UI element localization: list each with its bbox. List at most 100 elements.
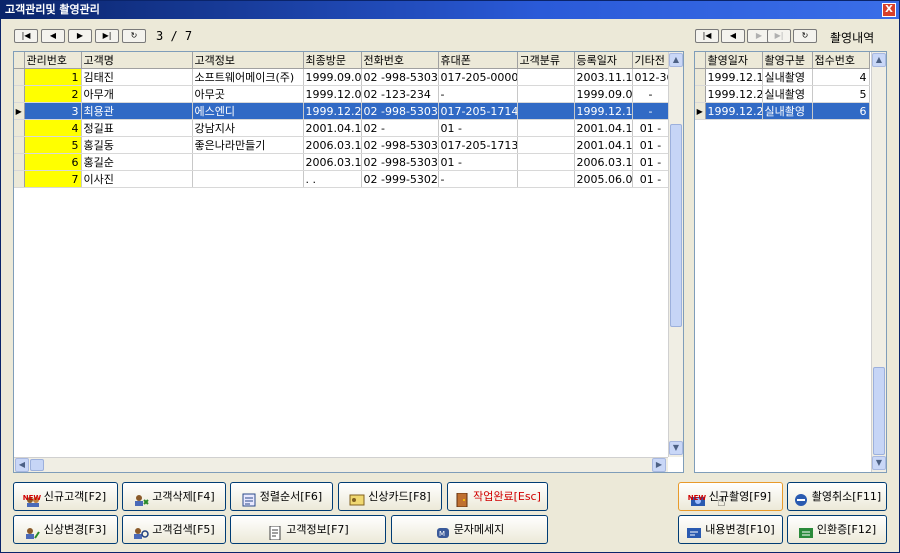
customer-row[interactable]: ▶3최용관에스엔디1999.12.2002 -998-5303017-205-1… — [14, 102, 670, 120]
scroll-down-icon[interactable]: ▼ — [669, 441, 683, 455]
customer-cell-phone[interactable]: 02 -998-5303 — [361, 153, 439, 171]
customer-cell-phone[interactable]: 02 - — [361, 119, 439, 137]
customer-cell-id[interactable]: 4 — [24, 119, 82, 137]
customer-row[interactable]: 1김태진소프트웨어메이크(주)1999.09.0402 -998-5303017… — [14, 68, 670, 86]
scroll-down-icon[interactable]: ▼ — [872, 456, 886, 470]
col-header[interactable]: 최종방문 — [303, 52, 362, 69]
customer-cell-name[interactable]: 홍길동 — [81, 136, 193, 154]
edit-content-button[interactable]: 내용변경[F10] — [678, 515, 783, 544]
customer-cell-registered[interactable]: 2005.06.07 — [574, 170, 633, 188]
customer-cell-registered[interactable]: 2003.11.10 — [574, 68, 633, 86]
prev-record-button[interactable]: ◀ — [41, 29, 65, 43]
scroll-thumb[interactable] — [670, 124, 682, 327]
customer-row[interactable]: 4정길표강남지사2001.04.1802 -01 -2001.04.1801 - — [14, 119, 670, 137]
last-record-button[interactable]: ▶| — [95, 29, 119, 43]
customer-cell-info[interactable]: 에스엔디 — [192, 102, 304, 120]
customer-cell-last-visit[interactable]: 1999.12.20 — [303, 102, 362, 120]
customer-cell-info[interactable]: 아무곳 — [192, 85, 304, 103]
close-icon[interactable]: X — [882, 3, 896, 17]
delete-customer-button[interactable]: 고객삭제[F4] — [122, 482, 226, 511]
hscroll-thumb[interactable] — [30, 459, 44, 471]
col-header[interactable]: 기타전 — [632, 52, 670, 69]
customer-cell-phone[interactable]: 02 -998-5303 — [361, 102, 439, 120]
customer-cell-category[interactable] — [517, 119, 575, 137]
search-customer-button[interactable]: 고객검색[F5] — [122, 515, 226, 544]
col-header[interactable]: 등록일자 — [574, 52, 633, 69]
shooting-row[interactable]: ▶1999.12.20실내촬영6 — [695, 102, 870, 120]
shoot-first-button[interactable]: |◀ — [695, 29, 719, 43]
scroll-up-icon[interactable]: ▲ — [669, 53, 683, 67]
customer-cell-etc[interactable]: 01 - — [632, 136, 670, 154]
customer-cell-phone[interactable]: 02 -999-5302 — [361, 170, 439, 188]
customer-row[interactable]: 6홍길순2006.03.1002 -998-530301 -2006.03.10… — [14, 153, 670, 171]
customer-cell-etc[interactable]: - — [632, 102, 670, 120]
new-customer-button[interactable]: NEW 신규고객[F2] — [13, 482, 118, 511]
customer-cell-last-visit[interactable]: 2006.03.13 — [303, 136, 362, 154]
customer-cell-info[interactable] — [192, 153, 304, 171]
customer-cell-id[interactable]: 5 — [24, 136, 82, 154]
customer-cell-etc[interactable]: 012-36 — [632, 68, 670, 86]
customer-cell-registered[interactable]: 1999.12.18 — [574, 102, 633, 120]
scroll-thumb[interactable] — [873, 367, 885, 455]
scroll-left-icon[interactable]: ◀ — [15, 458, 29, 472]
customer-cell-etc[interactable]: - — [632, 85, 670, 103]
customer-row[interactable]: 5홍길동좋은나라만들기2006.03.1302 -998-5303017-205… — [14, 136, 670, 154]
customer-cell-phone[interactable]: 02 -998-5303 — [361, 68, 439, 86]
customer-cell-last-visit[interactable]: 2006.03.10 — [303, 153, 362, 171]
customer-cell-category[interactable] — [517, 136, 575, 154]
scroll-right-icon[interactable]: ▶ — [652, 458, 666, 472]
customer-cell-mobile[interactable]: - — [438, 85, 518, 103]
change-info-button[interactable]: 신상변경[F3] — [13, 515, 118, 544]
customer-cell-registered[interactable]: 1999.09.02 — [574, 85, 633, 103]
customer-cell-etc[interactable]: 01 - — [632, 119, 670, 137]
customer-cell-id[interactable]: 1 — [24, 68, 82, 86]
first-record-button[interactable]: |◀ — [14, 29, 38, 43]
customer-cell-etc[interactable]: 01 - — [632, 170, 670, 188]
row-indicator[interactable] — [14, 170, 25, 188]
shoot-refresh-button[interactable]: ↻ — [793, 29, 817, 43]
customer-cell-phone[interactable]: 02 -998-5303 — [361, 136, 439, 154]
customer-cell-phone[interactable]: 02 -123-234 — [361, 85, 439, 103]
shooting-row[interactable]: 1999.12.18실내촬영4 — [695, 68, 870, 86]
customer-cell-mobile[interactable]: 01 - — [438, 119, 518, 137]
shooting-cell-date[interactable]: 1999.12.18 — [705, 68, 763, 86]
customer-cell-id[interactable]: 3 — [24, 102, 82, 120]
col-header[interactable]: 고객분류 — [517, 52, 575, 69]
row-indicator[interactable] — [14, 136, 25, 154]
row-indicator[interactable] — [14, 85, 25, 103]
customer-grid[interactable]: 관리번호 고객명 고객정보 최종방문 전화번호 휴대폰 고객분류 등록일자 기타… — [13, 51, 684, 473]
col-header[interactable]: 촬영구분 — [762, 52, 813, 69]
customer-info-button[interactable]: 고객정보[F7] — [230, 515, 386, 544]
customer-cell-id[interactable]: 7 — [24, 170, 82, 188]
col-header[interactable]: 관리번호 — [24, 52, 82, 69]
col-header[interactable]: 휴대폰 — [438, 52, 518, 69]
shoot-last-button[interactable]: ▶| — [767, 29, 791, 43]
customer-cell-name[interactable]: 정길표 — [81, 119, 193, 137]
sort-order-button[interactable]: 정렬순서[F6] — [230, 482, 333, 511]
row-indicator[interactable] — [695, 85, 706, 103]
customer-cell-category[interactable] — [517, 153, 575, 171]
customer-cell-name[interactable]: 아무개 — [81, 85, 193, 103]
customer-cell-last-visit[interactable]: 2001.04.18 — [303, 119, 362, 137]
customer-row[interactable]: 7이사진 . .02 -999-5302 - 2005.06.0701 - — [14, 170, 670, 188]
scroll-up-icon[interactable]: ▲ — [872, 53, 886, 67]
customer-cell-registered[interactable]: 2006.03.10 — [574, 153, 633, 171]
next-record-button[interactable]: ▶ — [68, 29, 92, 43]
shoot-prev-button[interactable]: ◀ — [721, 29, 745, 43]
customer-cell-mobile[interactable]: 017-205-1714 — [438, 102, 518, 120]
refresh-button[interactable]: ↻ — [122, 29, 146, 43]
customer-cell-mobile[interactable]: - — [438, 170, 518, 188]
customer-cell-info[interactable]: 좋은나라만들기 — [192, 136, 304, 154]
shooting-vscroll[interactable]: ▲ ▼ — [871, 52, 886, 472]
customer-cell-category[interactable] — [517, 85, 575, 103]
customer-cell-last-visit[interactable]: . . — [303, 170, 362, 188]
customer-cell-mobile[interactable]: 017-205-1713 — [438, 136, 518, 154]
row-indicator[interactable] — [14, 119, 25, 137]
new-shoot-button[interactable]: NEW 신규촬영[F9] — [678, 482, 783, 511]
customer-cell-etc[interactable]: 01 - — [632, 153, 670, 171]
customer-row[interactable]: 2아무개아무곳1999.12.0102 -123-234 -1999.09.02… — [14, 85, 670, 103]
shooting-cell-type[interactable]: 실내촬영 — [762, 102, 813, 120]
done-button[interactable]: 작업완료[Esc] — [447, 482, 548, 511]
shooting-cell-type[interactable]: 실내촬영 — [762, 68, 813, 86]
customer-cell-registered[interactable]: 2001.04.18 — [574, 119, 633, 137]
